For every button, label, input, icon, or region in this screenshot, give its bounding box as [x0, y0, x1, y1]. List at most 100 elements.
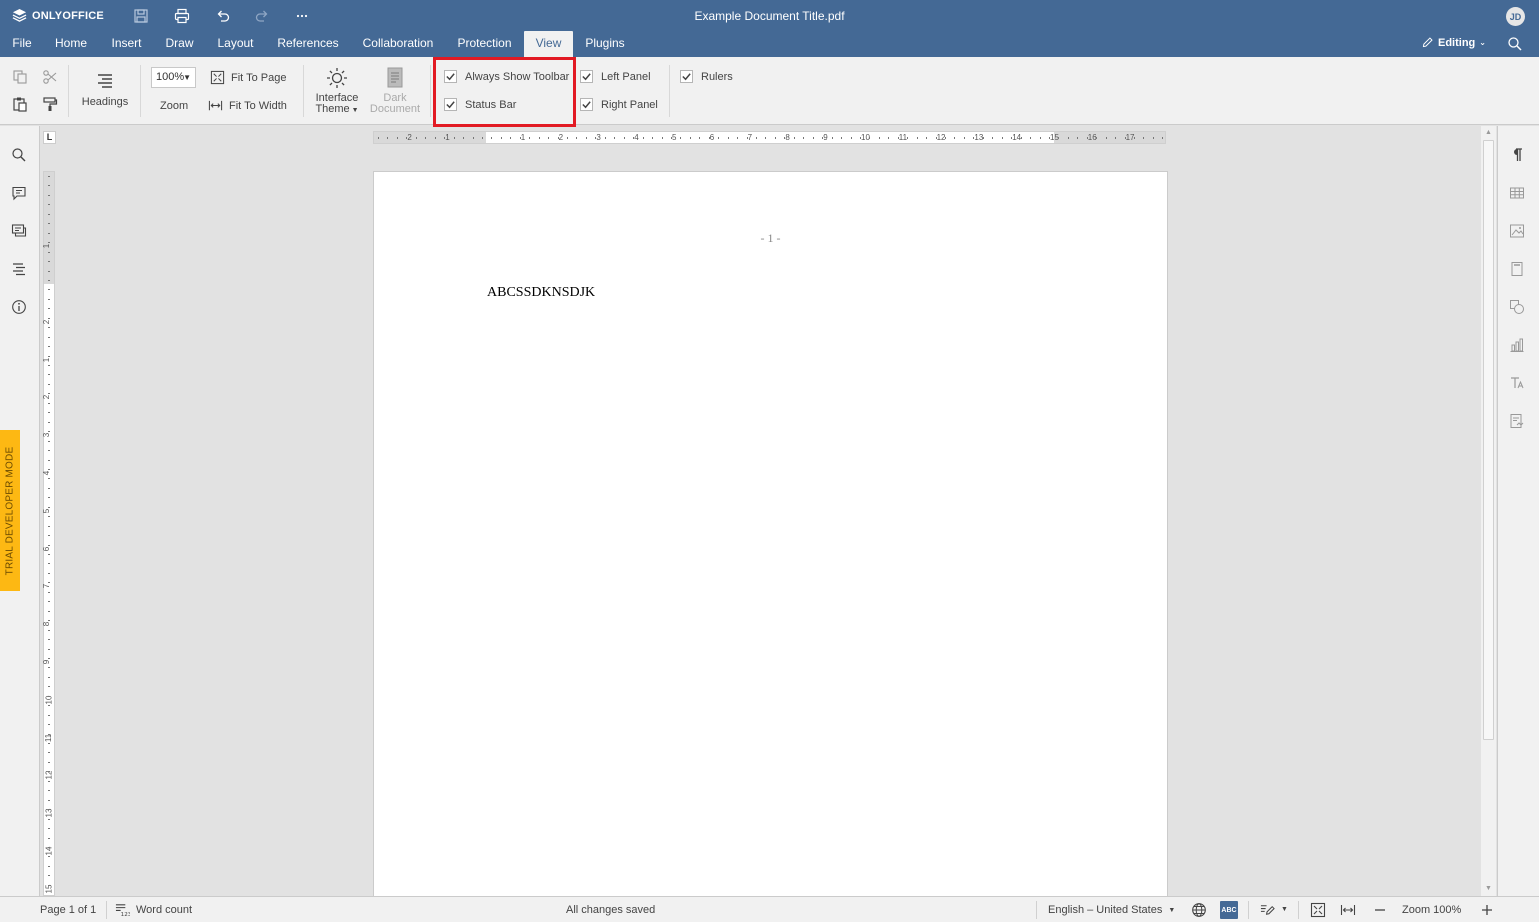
undo-button[interactable] — [213, 6, 233, 26]
save-button[interactable] — [131, 6, 151, 26]
zoom-select[interactable]: 100% ▼ — [151, 67, 196, 88]
language-dropdown[interactable]: English – United States ▼ — [1048, 904, 1175, 916]
ruler-tick — [623, 137, 625, 139]
ruler-tick — [48, 554, 50, 555]
ruler-tick — [48, 459, 50, 461]
tab-file[interactable]: File — [2, 31, 42, 57]
user-avatar[interactable]: JD — [1506, 7, 1525, 26]
tab-insert[interactable]: Insert — [103, 31, 150, 57]
zoom-level[interactable]: Zoom 100% — [1402, 904, 1461, 916]
right-panel-checkbox[interactable]: Right Panel — [580, 98, 658, 111]
ruler-tick — [992, 137, 994, 139]
ruler-tick — [935, 137, 937, 139]
header-footer-settings-button[interactable] — [1509, 261, 1527, 279]
scroll-up-icon[interactable]: ▲ — [1484, 128, 1493, 137]
status-bar-checkbox[interactable]: Status Bar — [444, 98, 516, 111]
ruler-tick — [48, 412, 50, 414]
dark-document-icon — [387, 67, 403, 88]
zoom-out-button[interactable] — [1372, 902, 1388, 918]
fit-to-width-button[interactable]: Fit To Width — [208, 98, 287, 113]
paragraph-settings-button[interactable] — [1509, 147, 1527, 165]
ruler-tick — [48, 648, 50, 650]
ruler-tick — [1077, 137, 1079, 139]
more-options-button[interactable] — [292, 6, 312, 26]
navigation-button[interactable] — [11, 261, 29, 279]
search-button[interactable] — [1507, 36, 1524, 53]
ruler-tick — [633, 137, 635, 139]
image-settings-button[interactable] — [1509, 223, 1527, 241]
tab-plugins[interactable]: Plugins — [578, 31, 632, 57]
ruler-number: 8 — [785, 133, 790, 142]
tab-references[interactable]: References — [270, 31, 346, 57]
onlyoffice-logo-icon — [12, 8, 27, 22]
track-changes-dropdown[interactable]: ▼ — [1260, 902, 1288, 917]
track-changes-icon — [1260, 905, 1275, 915]
ruler-tick — [595, 137, 597, 139]
interface-theme-button[interactable]: Interface Theme ▼ — [311, 66, 363, 116]
document-language-button[interactable] — [1191, 902, 1207, 918]
tab-stop-selector[interactable]: L — [43, 131, 56, 144]
ruler-tick — [48, 402, 50, 404]
ruler-tick — [48, 856, 50, 858]
paint-brush-icon — [43, 97, 58, 111]
always-show-toolbar-checkbox[interactable]: Always Show Toolbar — [444, 70, 569, 83]
document-body-text[interactable]: ABCSSDKNSDJK — [487, 285, 595, 301]
cut-button[interactable] — [41, 68, 59, 86]
chart-settings-button[interactable] — [1509, 337, 1527, 355]
shape-settings-button[interactable] — [1509, 299, 1527, 317]
ruler-number: 1 — [520, 133, 526, 142]
scrollbar-thumb[interactable] — [1483, 140, 1494, 740]
chevron-down-icon: ▼ — [183, 73, 191, 82]
ruler-tick — [841, 137, 843, 139]
comments-button[interactable] — [11, 185, 29, 203]
document-page[interactable]: - 1 - ABCSSDKNSDJK — [373, 171, 1168, 897]
table-settings-button[interactable] — [1509, 185, 1527, 203]
ruler-tick — [48, 279, 50, 281]
ruler-tick — [1020, 137, 1022, 139]
signature-settings-button[interactable] — [1509, 413, 1527, 431]
format-painter-button[interactable] — [41, 95, 59, 113]
fit-to-page-button[interactable]: Fit To Page — [210, 70, 286, 85]
ruler-tick — [48, 705, 50, 707]
word-count-button[interactable]: 123 Word count — [115, 902, 192, 917]
info-button[interactable] — [11, 299, 29, 317]
ruler-tick — [48, 525, 50, 527]
text-art-settings-button[interactable] — [1509, 375, 1527, 393]
vertical-ruler[interactable]: 1212345678910111213141516 — [42, 171, 55, 896]
tab-protection[interactable]: Protection — [450, 31, 519, 57]
interface-theme-label-2: Theme — [315, 103, 350, 115]
tab-view[interactable]: View — [524, 31, 573, 57]
dark-document-button[interactable]: Dark Document — [368, 66, 422, 115]
chat-button[interactable] — [11, 223, 29, 241]
headings-button[interactable]: Headings — [78, 69, 132, 108]
page-info-text: Page 1 of 1 — [40, 904, 97, 916]
ruler-tick — [48, 752, 50, 754]
tab-layout[interactable]: Layout — [209, 31, 262, 57]
ruler-tick — [680, 137, 682, 139]
tab-draw[interactable]: Draw — [158, 31, 201, 57]
tab-home[interactable]: Home — [47, 31, 95, 57]
spell-check-button[interactable]: ABC — [1220, 901, 1238, 919]
status-fit-width-button[interactable] — [1340, 902, 1356, 918]
ruler-tick — [869, 137, 871, 139]
scroll-down-icon[interactable]: ▼ — [1484, 884, 1493, 893]
ruler-tick — [48, 865, 50, 867]
rulers-checkbox[interactable]: Rulers — [680, 70, 733, 83]
tab-collaboration[interactable]: Collaboration — [354, 31, 442, 57]
left-panel-checkbox[interactable]: Left Panel — [580, 70, 651, 83]
redo-button[interactable] — [252, 6, 272, 26]
status-fit-page-button[interactable] — [1310, 902, 1326, 918]
editing-mode-dropdown[interactable]: Editing ⌄ — [1421, 36, 1486, 49]
page-info[interactable]: Page 1 of 1 — [40, 904, 96, 916]
vertical-scrollbar[interactable]: ▲ ▼ — [1481, 126, 1496, 896]
print-button[interactable] — [172, 6, 192, 26]
horizontal-ruler[interactable]: 2 1 1 2 3 4 5 6 7 8 9 10 11 12 13 14 15 16 17 — [373, 131, 1166, 144]
left-search-button[interactable] — [11, 147, 29, 165]
copy-button[interactable] — [11, 68, 29, 86]
ruler-tick — [444, 137, 446, 139]
ruler-tick — [48, 572, 50, 574]
paste-button[interactable] — [11, 95, 29, 113]
ruler-tick — [48, 468, 50, 470]
zoom-in-button[interactable] — [1479, 902, 1495, 918]
ruler-tick — [48, 355, 50, 357]
